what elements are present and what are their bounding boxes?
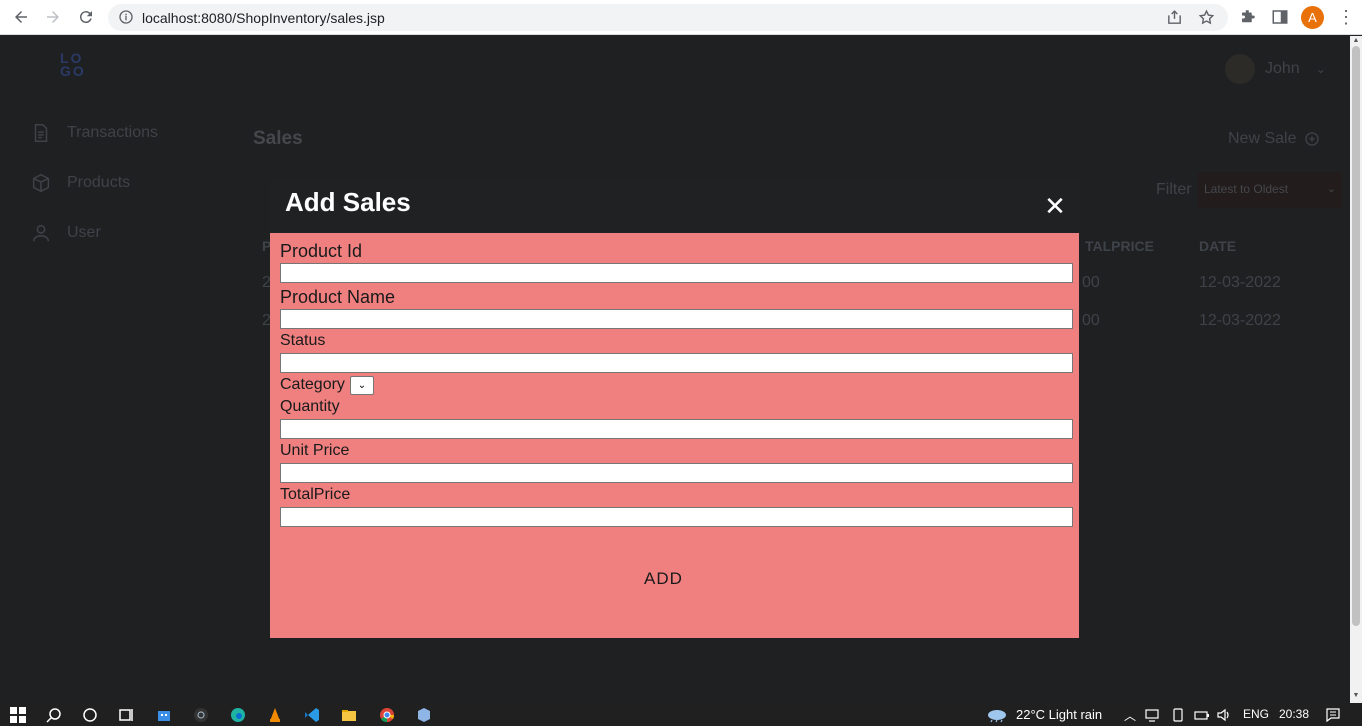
file-explorer-icon[interactable] — [341, 707, 357, 723]
new-sale-label: New Sale — [1228, 130, 1297, 147]
volume-icon[interactable] — [1216, 707, 1232, 723]
scroll-down-icon[interactable]: ▼ — [1352, 692, 1360, 700]
reload-icon[interactable] — [75, 6, 97, 28]
windows-taskbar: 22°C Light rain ︿ ENG 20:38 — [0, 703, 1362, 726]
table-cell: 00 — [1082, 274, 1100, 291]
unit-price-input[interactable] — [280, 463, 1073, 483]
chevron-down-icon: ⌄ — [1315, 62, 1326, 76]
vscode-icon[interactable] — [304, 707, 320, 723]
status-input[interactable] — [280, 353, 1073, 373]
side-panel-icon[interactable] — [1271, 8, 1289, 26]
category-label: Category — [280, 376, 345, 393]
weather-rain-icon[interactable] — [986, 707, 1008, 723]
add-button[interactable]: ADD — [644, 569, 683, 589]
browser-menu-icon[interactable]: ⋮ — [1337, 7, 1355, 27]
filter-select[interactable]: Latest to Oldest ⌄ — [1198, 172, 1342, 208]
modal-title: Add Sales — [285, 187, 411, 217]
quantity-input[interactable] — [280, 419, 1073, 439]
profile-avatar[interactable]: A — [1301, 6, 1324, 29]
user-menu[interactable]: John ⌄ — [1225, 54, 1326, 84]
clock-time[interactable]: 20:38 — [1279, 707, 1309, 721]
device-icon[interactable] — [1170, 707, 1186, 723]
total-price-input[interactable] — [280, 507, 1073, 527]
table-cell: 12-03-2022 — [1199, 274, 1281, 291]
column-header-totalprice: TALPRICE — [1085, 238, 1154, 254]
windows-start-icon[interactable] — [10, 707, 26, 723]
product-id-input[interactable] — [280, 263, 1073, 283]
column-header-date: DATE — [1199, 238, 1237, 254]
avatar — [1225, 54, 1255, 84]
notification-icon[interactable] — [1325, 707, 1341, 723]
filter-label: Filter — [1156, 181, 1192, 198]
page-scrollbar[interactable]: ▲ ▼ — [1350, 36, 1362, 703]
back-icon[interactable] — [10, 6, 32, 28]
info-icon[interactable] — [118, 9, 134, 25]
table-cell: 00 — [1082, 312, 1100, 329]
sidebar-item-label: User — [67, 224, 101, 241]
logo: LO GO — [60, 50, 86, 79]
sidebar-item-label: Products — [67, 174, 131, 191]
sidebar-item-products[interactable]: Products — [30, 172, 130, 194]
filter-value: Latest to Oldest — [1204, 182, 1289, 196]
box-icon — [32, 173, 50, 193]
scroll-up-icon[interactable]: ▲ — [1352, 37, 1360, 45]
unit-price-label: Unit Price — [280, 442, 350, 459]
category-select[interactable]: ⌄ — [350, 376, 374, 395]
sidebar-item-user[interactable]: User — [30, 222, 101, 244]
app-icon[interactable] — [193, 707, 209, 723]
total-price-label: TotalPrice — [280, 486, 351, 503]
page-title: Sales — [253, 128, 303, 149]
chevron-down-icon: ⌄ — [1326, 183, 1336, 195]
status-label: Status — [280, 332, 326, 349]
product-id-label: Product Id — [280, 241, 363, 261]
edge-icon[interactable] — [230, 707, 246, 723]
product-name-input[interactable] — [280, 309, 1073, 329]
chevron-up-icon[interactable]: ︿ — [1124, 707, 1136, 724]
forward-icon[interactable] — [42, 6, 64, 28]
weather-text[interactable]: 22°C Light rain — [1016, 707, 1102, 722]
language-indicator[interactable]: ENG — [1243, 707, 1269, 721]
share-icon[interactable] — [1166, 9, 1183, 26]
address-bar[interactable]: localhost:8080/ShopInventory/sales.jsp — [108, 4, 1228, 31]
vlc-icon[interactable] — [267, 707, 283, 723]
user-icon — [32, 224, 50, 242]
browser-toolbar: localhost:8080/ShopInventory/sales.jsp A… — [0, 0, 1362, 35]
plus-circle-icon — [1305, 132, 1320, 146]
quantity-label: Quantity — [280, 398, 340, 415]
modal-header: Add Sales ✕ — [270, 178, 1079, 233]
add-sales-form: Product Id Product Name Status Category … — [270, 233, 1079, 638]
app-cube-icon[interactable] — [416, 707, 432, 723]
bookmark-star-icon[interactable] — [1198, 9, 1215, 26]
cortana-icon[interactable] — [82, 707, 98, 723]
user-name: John — [1265, 60, 1300, 77]
task-view-icon[interactable] — [118, 707, 134, 723]
extensions-puzzle-icon[interactable] — [1239, 8, 1257, 26]
network-icon[interactable] — [1145, 707, 1161, 723]
store-icon[interactable] — [156, 707, 172, 723]
close-icon[interactable]: ✕ — [1043, 193, 1067, 219]
new-sale-button[interactable]: New Sale — [1228, 130, 1320, 148]
url-text: localhost:8080/ShopInventory/sales.jsp — [142, 10, 385, 26]
scroll-thumb[interactable] — [1352, 46, 1360, 626]
sidebar-item-label: Transactions — [67, 124, 158, 141]
battery-icon[interactable] — [1194, 707, 1210, 723]
search-icon[interactable] — [46, 707, 62, 723]
chrome-icon[interactable] — [379, 707, 395, 723]
document-icon — [34, 124, 48, 142]
product-name-label: Product Name — [280, 287, 396, 307]
table-cell: 12-03-2022 — [1199, 312, 1281, 329]
sidebar-item-transactions[interactable]: Transactions — [30, 122, 158, 144]
